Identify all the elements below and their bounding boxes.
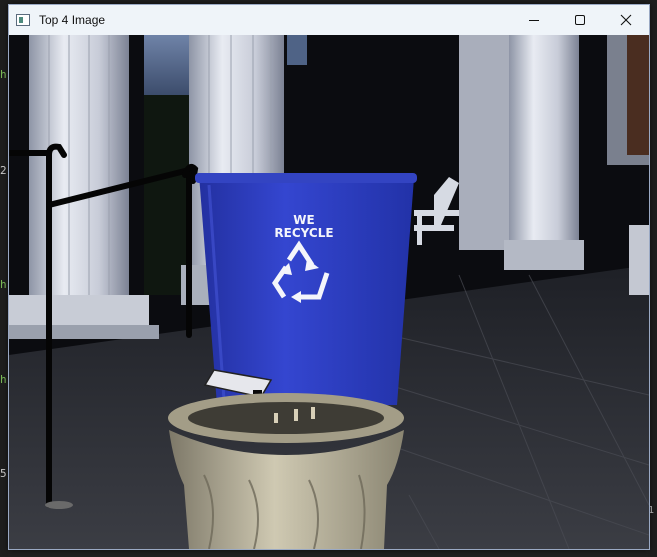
maximize-icon (575, 15, 585, 25)
terminal-glyph: h (0, 278, 7, 291)
close-icon (620, 14, 632, 26)
image-viewport: WE RECYCLE (9, 35, 649, 549)
terminal-glyph: 5 (0, 467, 7, 480)
image-viewer-window: Top 4 Image WE RECYCLE (8, 4, 650, 550)
window-title: Top 4 Image (39, 13, 106, 27)
stone-planter (168, 393, 404, 549)
image-window-icon (16, 14, 30, 26)
photo-recycle-bin: WE RECYCLE (9, 35, 649, 549)
minimize-icon (529, 20, 539, 21)
bin-label-recycle: RECYCLE (274, 226, 333, 240)
close-button[interactable] (603, 5, 649, 35)
maximize-button[interactable] (557, 5, 603, 35)
background-terminal: h 2 h h 5 (0, 0, 8, 557)
bin-label-we: WE (293, 213, 314, 227)
title-bar[interactable]: Top 4 Image (9, 5, 649, 35)
terminal-glyph: h (0, 68, 7, 81)
minimize-button[interactable] (511, 5, 557, 35)
terminal-glyph: 2 (0, 164, 7, 177)
terminal-glyph: h (0, 373, 7, 386)
recycle-bin: WE RECYCLE (195, 173, 417, 405)
